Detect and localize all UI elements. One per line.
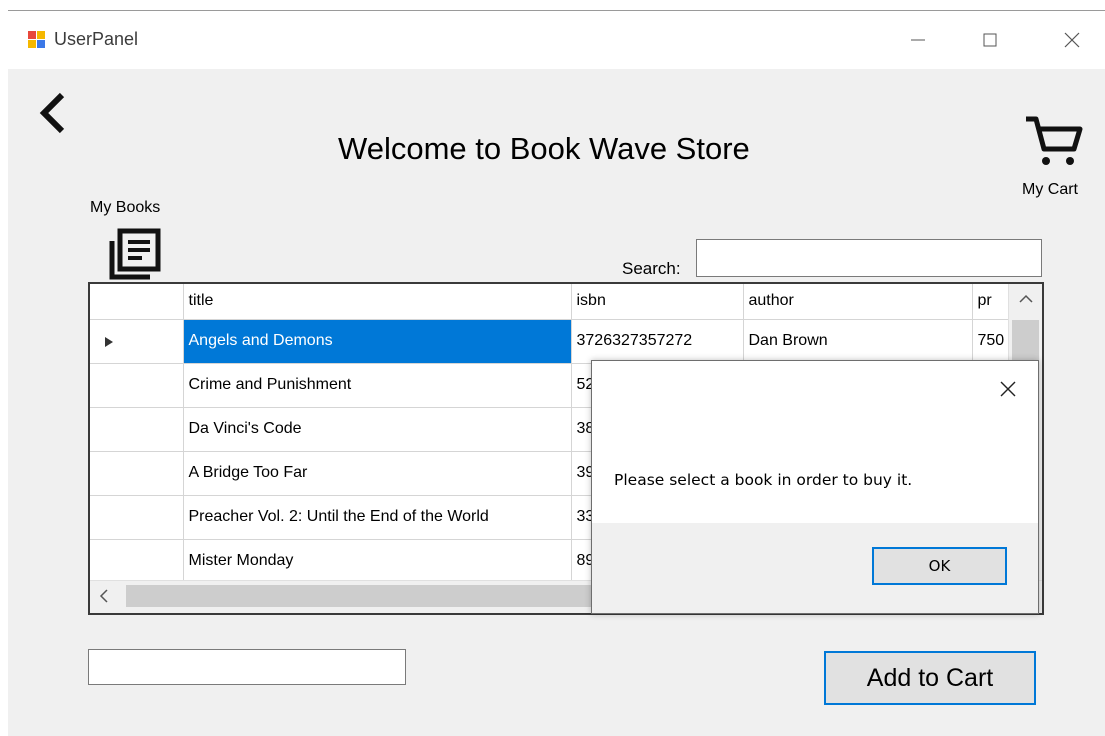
maximize-button[interactable]: [970, 23, 1010, 57]
chevron-left-icon: [39, 92, 65, 134]
column-header-isbn[interactable]: isbn: [571, 284, 744, 320]
current-row-arrow-icon: [105, 336, 113, 347]
cell-author[interactable]: Dan Brown: [743, 319, 973, 364]
row-header[interactable]: [90, 495, 184, 540]
scroll-left-icon[interactable]: [90, 581, 120, 611]
title-bar[interactable]: UserPanel: [8, 11, 1105, 69]
cell-title[interactable]: Angels and Demons: [183, 319, 572, 364]
dialog-close-button[interactable]: [992, 373, 1024, 405]
message-dialog: Please select a book in order to buy it.…: [591, 360, 1039, 614]
minimize-button[interactable]: [898, 23, 938, 57]
scroll-up-icon[interactable]: [1009, 284, 1043, 314]
close-button[interactable]: [1052, 23, 1092, 57]
page-title: Welcome to Book Wave Store: [338, 131, 750, 166]
cell-title[interactable]: A Bridge Too Far: [183, 451, 572, 496]
mybooks-button[interactable]: [104, 225, 166, 281]
mybooks-label: My Books: [90, 199, 161, 216]
window-title: UserPanel: [54, 29, 139, 49]
maximize-icon: [983, 33, 997, 47]
add-to-cart-button[interactable]: Add to Cart: [824, 651, 1036, 705]
close-icon: [1064, 32, 1080, 48]
row-header[interactable]: [90, 407, 184, 452]
minimize-icon: [911, 39, 925, 41]
cart-label: My Cart: [1022, 181, 1078, 198]
search-input[interactable]: [696, 239, 1042, 277]
close-icon: [1000, 381, 1016, 397]
column-header-price[interactable]: pr: [972, 284, 1013, 320]
cell-title[interactable]: Crime and Punishment: [183, 363, 572, 408]
row-header[interactable]: [90, 539, 184, 584]
cell-title[interactable]: Da Vinci's Code: [183, 407, 572, 452]
cell-title[interactable]: Preacher Vol. 2: Until the End of the Wo…: [183, 495, 572, 540]
ok-button[interactable]: OK: [872, 547, 1007, 585]
column-header-author[interactable]: author: [743, 284, 973, 320]
quantity-input[interactable]: [88, 649, 406, 685]
table-row[interactable]: Angels and Demons 3726327357272 Dan Brow…: [90, 319, 1013, 364]
row-header[interactable]: [90, 451, 184, 496]
cell-title[interactable]: Mister Monday: [183, 539, 572, 584]
row-header-corner: [90, 284, 184, 320]
user-panel-window: UserPanel Welcome to Book Wave Store My …: [8, 10, 1105, 736]
row-header[interactable]: [90, 363, 184, 408]
cell-isbn[interactable]: 3726327357272: [571, 319, 744, 364]
header-row: title isbn author pr: [90, 284, 1013, 320]
app-icon: [28, 31, 46, 49]
search-label: Search:: [622, 259, 681, 278]
library-books-icon: [109, 228, 161, 280]
back-button[interactable]: [34, 89, 70, 137]
cart-icon: [1026, 116, 1083, 165]
dialog-footer: OK: [592, 523, 1038, 613]
cell-price[interactable]: 750: [972, 319, 1013, 364]
column-header-title[interactable]: title: [183, 284, 572, 320]
dialog-message: Please select a book in order to buy it.: [614, 471, 913, 489]
row-header[interactable]: [90, 319, 184, 364]
